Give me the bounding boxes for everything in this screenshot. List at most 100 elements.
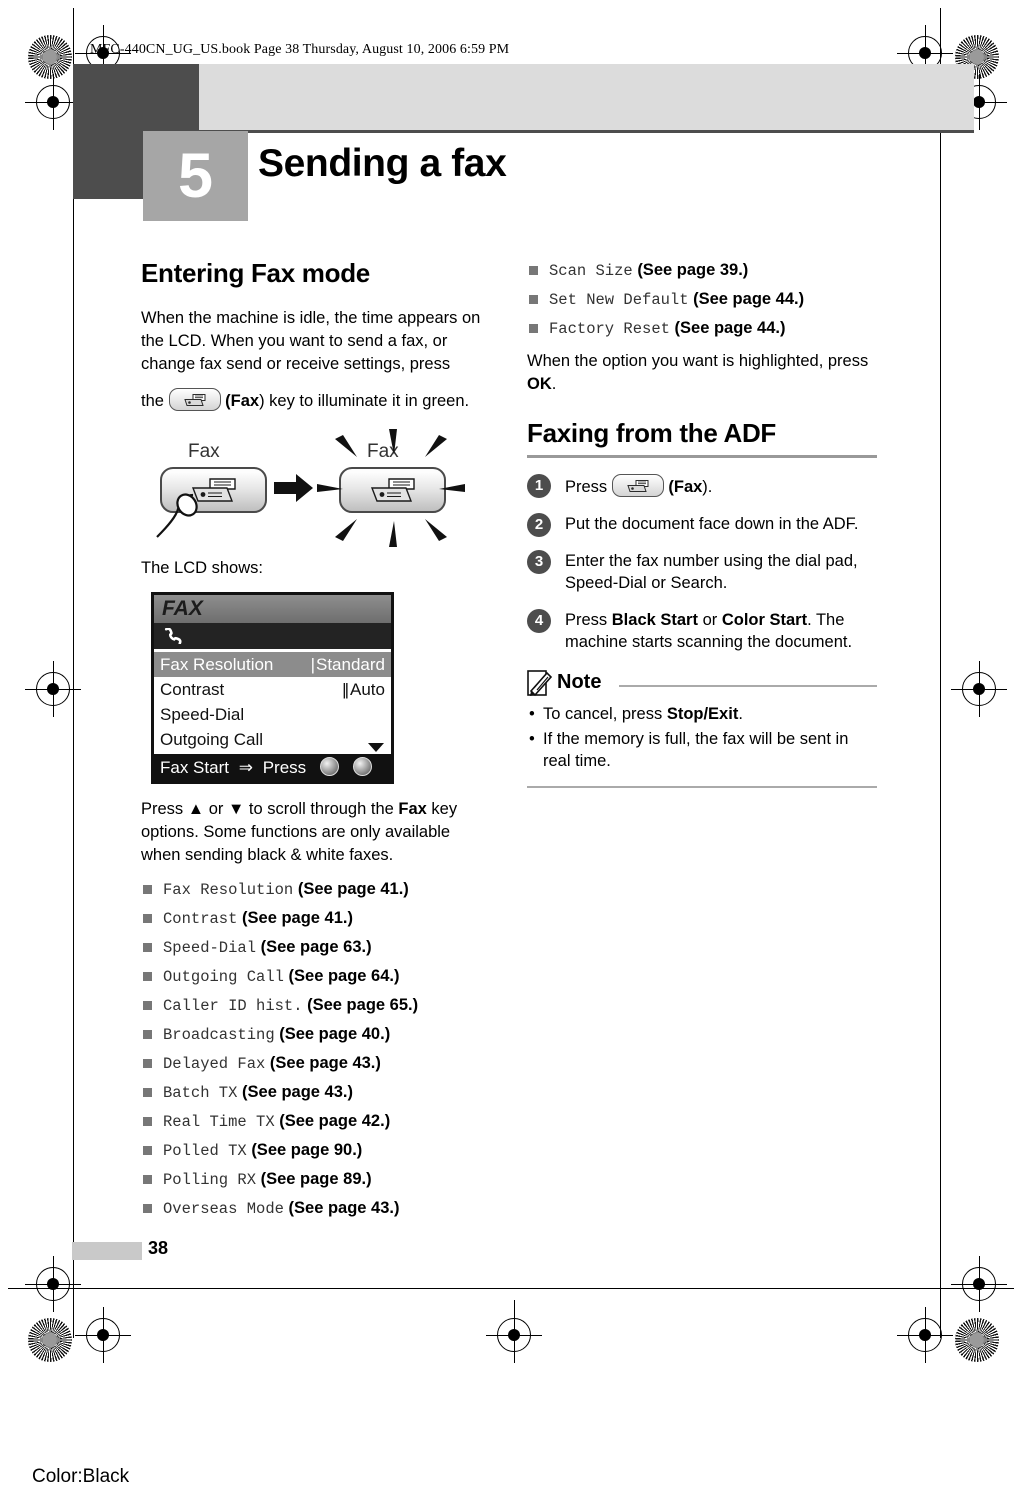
step-text: Put the document face down in the ADF. <box>565 515 859 533</box>
fax-key-illustration: Fax Fax <box>141 429 491 547</box>
step-number-badge: 1 <box>527 474 551 498</box>
stop-exit-label: Stop/Exit <box>666 705 739 723</box>
lcd-row-fax-resolution[interactable]: Fax Resolution | Standard <box>154 652 391 677</box>
list-item: Fax Resolution (See page 41.) <box>141 879 491 901</box>
list-item: To cancel, press Stop/Exit. <box>527 703 877 725</box>
step-number-badge: 3 <box>527 550 551 574</box>
highlight-ok-note: When the option you want is highlighted,… <box>527 350 877 396</box>
highlight-note-text: When the option you want is highlighted,… <box>527 352 869 370</box>
crop-line <box>73 8 74 1338</box>
option-name: Overseas Mode <box>163 1200 284 1218</box>
lcd-row-speed-dial[interactable]: Speed-Dial <box>154 702 391 727</box>
list-item: Batch TX (See page 43.) <box>141 1082 491 1104</box>
adf-steps-list: 1 Press (Fax). 2 Put the document face d… <box>527 474 877 653</box>
scroll-text-or: or <box>204 800 228 818</box>
black-start-label: Black Start <box>611 611 698 629</box>
intro-prefix: the <box>141 392 164 410</box>
option-ref: (See page 43.) <box>288 1199 400 1217</box>
option-name: Polled TX <box>163 1142 247 1160</box>
lcd-row-value: || Auto <box>342 680 385 699</box>
header-band-shadow <box>199 130 974 133</box>
note-divider <box>619 685 877 687</box>
list-item: Overseas Mode (See page 43.) <box>141 1198 491 1220</box>
option-name: Outgoing Call <box>163 968 284 986</box>
print-density-target <box>28 1318 72 1362</box>
scroll-instructions: Press ▲ or ▼ to scroll through the Fax k… <box>141 798 491 867</box>
option-ref: (See page 43.) <box>242 1083 353 1101</box>
list-item: Factory Reset (See page 44.) <box>527 318 877 340</box>
option-ref: (See page 40.) <box>279 1025 391 1043</box>
lcd-row-contrast[interactable]: Contrast || Auto <box>154 677 391 702</box>
lcd-status-bar <box>154 623 391 649</box>
list-item: 4 Press Black Start or Color Start. The … <box>527 609 877 653</box>
option-ref: (See page 90.) <box>251 1141 363 1159</box>
registration-mark-left-middle <box>25 661 81 717</box>
list-item: Real Time TX (See page 42.) <box>141 1111 491 1133</box>
note-title: Note <box>557 671 602 693</box>
down-arrow-icon: ▼ <box>227 800 245 818</box>
step-text-suffix: ). <box>702 478 713 496</box>
print-density-target <box>28 35 72 79</box>
lcd-footer-press: Press <box>262 758 307 777</box>
step-text-prefix: Press <box>565 611 612 629</box>
scroll-text-1: Press <box>141 800 188 818</box>
list-item: 3 Enter the fax number using the dial pa… <box>527 550 877 594</box>
option-ref: (See page 42.) <box>279 1112 391 1130</box>
list-item: Delayed Fax (See page 43.) <box>141 1053 491 1075</box>
section-title-faxing-from-adf: Faxing from the ADF <box>527 418 777 448</box>
scroll-key-name: Fax <box>398 800 427 818</box>
chevron-down-icon[interactable] <box>368 743 384 752</box>
option-name: Fax Resolution <box>163 881 294 899</box>
option-ref: (See page 63.) <box>260 938 372 956</box>
list-item: Contrast (See page 41.) <box>141 908 491 930</box>
lcd-menu-list: Fax Resolution | Standard Contrast || Auto… <box>154 649 391 754</box>
lcd-row-label: Outgoing Call <box>160 730 264 749</box>
document-page: MFC-440CN_UG_US.book Page 38 Thursday, A… <box>0 0 1023 1493</box>
option-ref: (See page 65.) <box>307 996 419 1014</box>
option-name: Real Time TX <box>163 1113 275 1131</box>
color-start-label: Color Start <box>721 611 808 629</box>
crop-line <box>514 1300 515 1350</box>
option-ref: (See page 39.) <box>637 261 749 279</box>
section-title-entering-fax-mode: Entering Fax mode <box>141 258 370 288</box>
registration-mark-bottom-right <box>897 1307 953 1363</box>
option-name: Batch TX <box>163 1084 238 1102</box>
chapter-title: Sending a fax <box>258 142 507 185</box>
step-text-prefix: Press <box>565 478 612 496</box>
list-item: Caller ID hist. (See page 65.) <box>141 995 491 1017</box>
fax-options-list: Fax Resolution (See page 41.) Contrast (… <box>141 879 491 1220</box>
registration-mark-left-lower <box>25 1256 81 1312</box>
step-text-mid: or <box>697 611 722 629</box>
step-number-badge: 2 <box>527 513 551 537</box>
list-item: Scan Size (See page 39.) <box>527 260 877 282</box>
section-rule <box>527 455 877 458</box>
intro-key-line: the (Fax) key to illuminate it in green. <box>141 388 491 413</box>
note-box: Note To cancel, press Stop/Exit. If the … <box>527 670 877 788</box>
list-item: Outgoing Call (See page 64.) <box>141 966 491 988</box>
lcd-row-label: Speed-Dial <box>160 705 245 724</box>
option-ref: (See page 89.) <box>260 1170 372 1188</box>
lcd-row-label: Contrast <box>160 680 225 699</box>
lcd-row-label: Fax Resolution <box>160 655 274 674</box>
list-item: If the memory is full, the fax will be s… <box>527 728 877 772</box>
lcd-caption: The LCD shows: <box>141 559 263 577</box>
lcd-title-text: FAX <box>162 597 203 620</box>
color-start-button-icon[interactable] <box>352 757 372 776</box>
note-bottom-divider <box>527 786 877 788</box>
right-column: Scan Size (See page 39.) Set New Default… <box>527 258 877 788</box>
black-start-button-icon[interactable] <box>319 757 339 776</box>
list-item: Polled TX (See page 90.) <box>141 1140 491 1162</box>
lcd-footer-arrow: ⇒ <box>238 758 253 777</box>
chapter-number: 5 <box>143 131 248 221</box>
lcd-footer-bar: Fax Start ⇒ Press <box>154 754 391 781</box>
note-pencil-icon <box>527 670 553 697</box>
header-band <box>199 64 974 132</box>
option-name: Scan Size <box>549 262 633 280</box>
color-separation-label: Color:Black <box>32 1466 130 1487</box>
lcd-row-outgoing-call[interactable]: Outgoing Call <box>154 727 391 752</box>
option-name: Speed-Dial <box>163 939 257 957</box>
option-ref: (See page 41.) <box>242 909 353 927</box>
option-name: Set New Default <box>549 291 689 309</box>
step-key-label: (Fax <box>668 478 703 496</box>
finger-pointer-icon <box>156 493 198 538</box>
